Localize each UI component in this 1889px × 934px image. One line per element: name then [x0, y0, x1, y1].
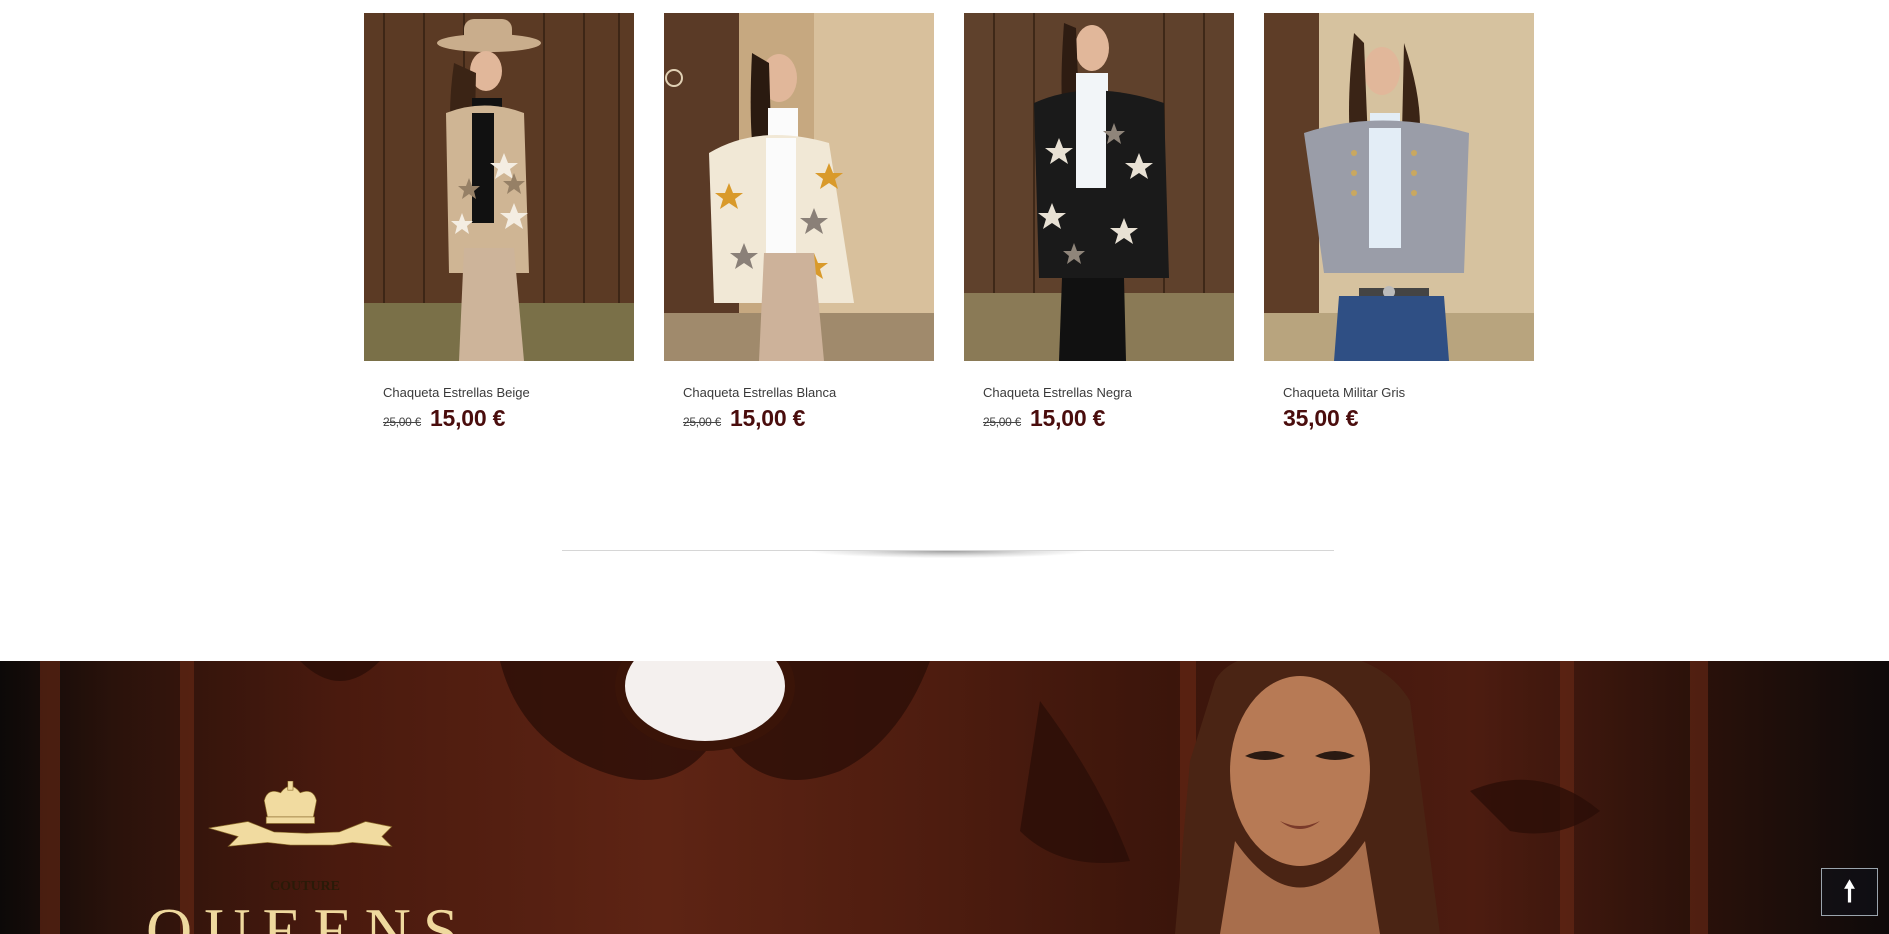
- product-card[interactable]: Chaqueta Estrellas Beige 25,00 € 15,00 €: [364, 13, 634, 431]
- product-grid: Chaqueta Estrellas Beige 25,00 € 15,00 €: [364, 13, 1534, 443]
- scroll-to-top-button[interactable]: 🠕: [1821, 868, 1878, 916]
- product-card[interactable]: Chaqueta Estrellas Negra 25,00 € 15,00 €: [964, 13, 1234, 431]
- divider-shadow: [762, 551, 1134, 567]
- crown-logo: [208, 781, 393, 847]
- arrow-up-icon: 🠕: [1843, 875, 1856, 908]
- logo-wordmark: QUEENS: [146, 895, 471, 934]
- price-row: 25,00 € 15,00 €: [683, 405, 805, 432]
- old-price: 25,00 €: [983, 415, 1021, 429]
- section-divider: [562, 550, 1334, 570]
- price-row: 25,00 € 15,00 €: [383, 405, 505, 432]
- product-name[interactable]: Chaqueta Estrellas Beige: [383, 385, 530, 400]
- product-card[interactable]: Chaqueta Militar Gris 35,00 €: [1264, 13, 1534, 431]
- product-name[interactable]: Chaqueta Militar Gris: [1283, 385, 1405, 400]
- logo-subtitle: COUTURE: [270, 879, 341, 894]
- product-image[interactable]: [364, 13, 634, 361]
- product-image[interactable]: [964, 13, 1234, 361]
- product-name[interactable]: Chaqueta Estrellas Blanca: [683, 385, 836, 400]
- price: 35,00 €: [1283, 405, 1359, 431]
- price: 15,00 €: [729, 405, 806, 431]
- price-row: 35,00 €: [1283, 405, 1359, 432]
- price: 15,00 €: [429, 405, 506, 431]
- hero-banner: COUTURE QUEENS: [0, 661, 1889, 934]
- product-image[interactable]: [1264, 13, 1534, 361]
- old-price: 25,00 €: [383, 415, 421, 429]
- product-card[interactable]: Chaqueta Estrellas Blanca 25,00 € 15,00 …: [664, 13, 934, 431]
- price: 15,00 €: [1029, 405, 1106, 431]
- product-name[interactable]: Chaqueta Estrellas Negra: [983, 385, 1132, 400]
- product-image[interactable]: [664, 13, 934, 361]
- price-row: 25,00 € 15,00 €: [983, 405, 1105, 432]
- old-price: 25,00 €: [683, 415, 721, 429]
